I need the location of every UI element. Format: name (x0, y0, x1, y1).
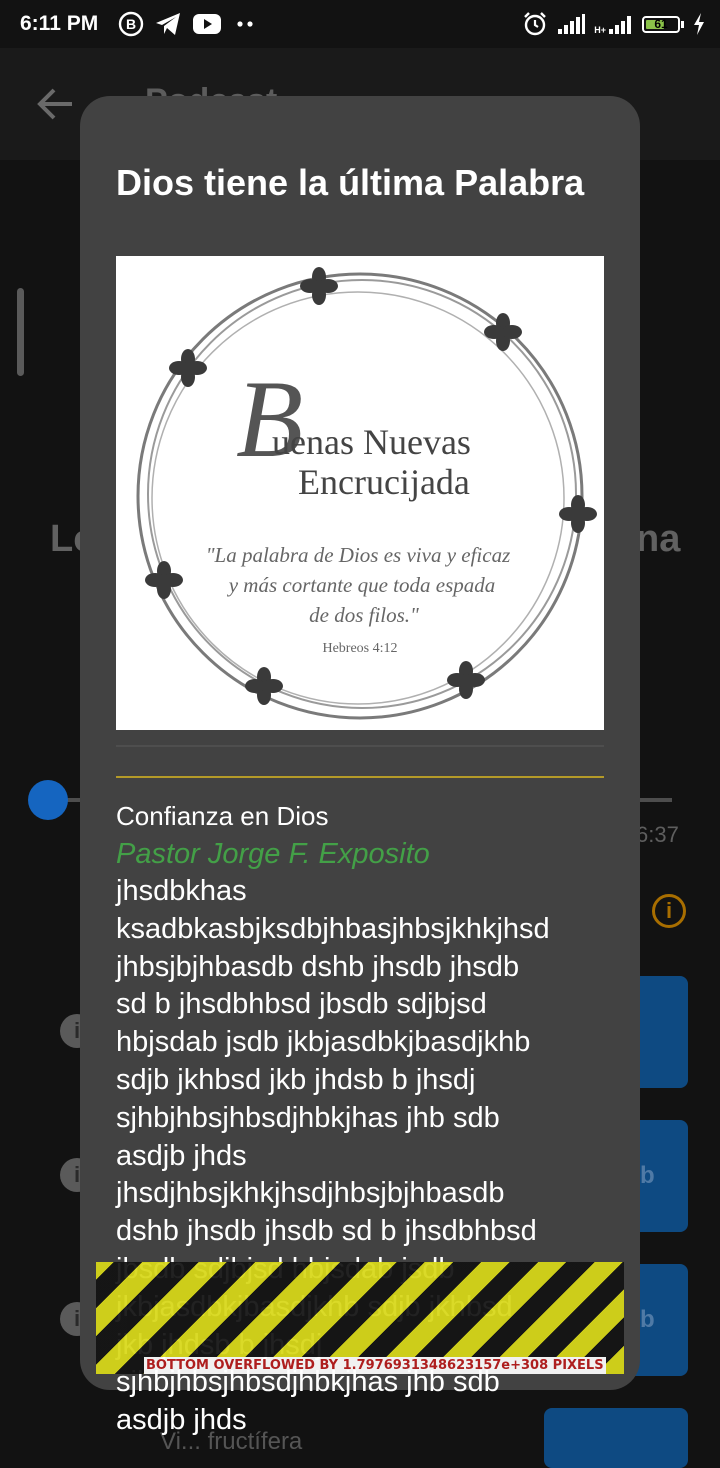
battery-level: 61 (654, 16, 668, 31)
svg-text:"La palabra de Dios es viva y: "La palabra de Dios es viva y eficaz (206, 543, 511, 567)
status-left-icons: B (118, 10, 258, 38)
svg-text:y más cortante que toda espada: y más cortante que toda espada (227, 573, 496, 597)
svg-text:Hebreos 4:12: Hebreos 4:12 (322, 641, 397, 656)
b-circle-icon: B (118, 11, 144, 37)
status-time: 6:11 PM (20, 12, 99, 35)
svg-text:uenas Nuevas: uenas Nuevas (272, 422, 471, 462)
scrollbar-thumb[interactable] (17, 288, 24, 376)
divider-accent (116, 776, 604, 778)
more-dots-icon (237, 21, 253, 27)
episode-category: Confianza en Dios (116, 801, 329, 831)
overflow-warning: BOTTOM OVERFLOWED BY 1.7976931348623157e… (96, 1262, 624, 1374)
episode-cover-image: B uenas Nuevas Encrucijada "La palabra d… (116, 256, 604, 730)
network-type-label: H+ (594, 25, 606, 35)
status-bar: 6:11 PM B H+ 61 (0, 0, 720, 48)
youtube-icon (193, 14, 221, 34)
battery-icon: 61 (642, 15, 680, 33)
signal-icon (558, 14, 586, 34)
signal-hplus: H+ (594, 13, 634, 35)
status-right-icons: H+ 61 (522, 10, 706, 38)
episode-author: Pastor Jorge F. Exposito (116, 838, 430, 870)
svg-text:B: B (126, 16, 136, 32)
background-title-end: na (636, 518, 681, 560)
cover-artwork: B uenas Nuevas Encrucijada "La palabra d… (136, 267, 597, 720)
charging-icon (694, 13, 704, 35)
duration-label: 6:37 (636, 822, 679, 847)
battery-tip (681, 20, 684, 28)
svg-text:de dos filos.": de dos filos." (309, 603, 419, 627)
signal-icon (609, 16, 631, 34)
info-icon[interactable]: i (652, 894, 686, 928)
divider (116, 745, 604, 747)
overflow-warning-label: BOTTOM OVERFLOWED BY 1.7976931348623157e… (144, 1357, 606, 1374)
dialog-title: Dios tiene la última Palabra (116, 162, 585, 203)
alarm-icon (524, 12, 547, 36)
back-arrow-icon[interactable] (36, 86, 76, 122)
audio-progress-thumb[interactable] (28, 780, 69, 820)
telegram-icon (156, 13, 180, 35)
svg-text:Encrucijada: Encrucijada (298, 462, 470, 502)
